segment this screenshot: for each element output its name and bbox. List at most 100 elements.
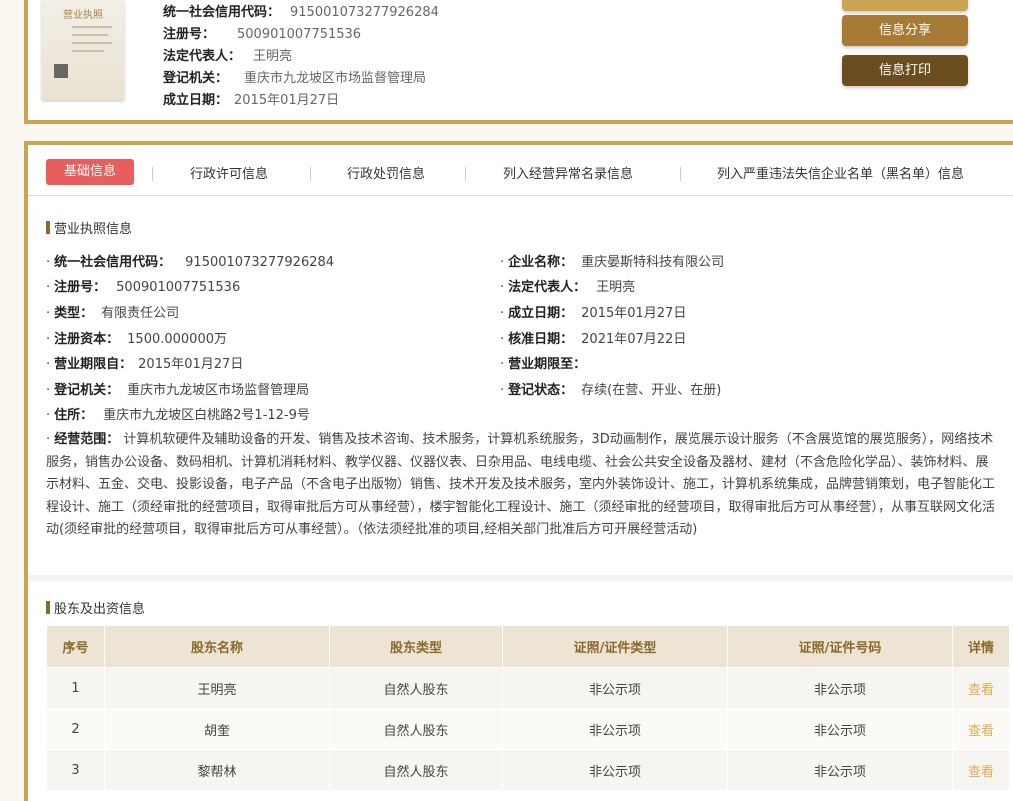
license-thumb-line xyxy=(72,42,112,44)
table-cell: 非公示项 xyxy=(727,667,953,709)
table-cell: 查看 xyxy=(952,708,1010,750)
field-value: 重庆晏斯特科技有限公司 xyxy=(581,255,725,270)
table-cell: 1 xyxy=(46,667,105,709)
table-cell: 3 xyxy=(46,749,105,791)
summary-authority: 登记机关： 重庆市九龙坡区市场监督管理局 xyxy=(163,67,426,86)
table-cell: 非公示项 xyxy=(502,749,728,791)
license-thumb-line xyxy=(72,26,112,28)
summary-reg-no: 注册号： 500901007751536 xyxy=(163,23,361,42)
field-label: 营业期限自： xyxy=(54,357,133,372)
print-button[interactable]: 信息打印 xyxy=(842,55,968,86)
share-button[interactable]: 信息分享 xyxy=(842,15,968,46)
tab-divider xyxy=(152,167,153,181)
view-detail-link[interactable]: 查看 xyxy=(968,724,994,739)
table-row: 3 黎帮林 自然人股东 非公示项 非公示项 查看 xyxy=(46,749,1010,791)
tab-bar: 基础信息 行政许可信息 行政处罚信息 列入经营异常名录信息 列入严重违法失信企业… xyxy=(28,145,1013,191)
table-cell: 非公示项 xyxy=(502,667,728,709)
summary-authority-label: 登记机关： xyxy=(163,71,229,86)
field-value: 2015年01月27日 xyxy=(581,306,687,321)
field-authority: · 登记机关： 重庆市九龙坡区市场监督管理局 xyxy=(46,383,310,398)
scope-label: 经营范围： xyxy=(54,432,120,447)
field-value: 2021年07月22日 xyxy=(581,332,687,347)
summary-established: 成立日期： 2015年01月27日 xyxy=(163,89,339,108)
field-label: 类型： xyxy=(54,306,94,321)
license-thumb-line xyxy=(72,34,108,36)
table-cell: 黎帮林 xyxy=(104,749,330,791)
license-section-title: 营业执照信息 xyxy=(46,218,132,237)
field-reg-no: · 注册号： 500901007751536 xyxy=(46,280,241,295)
table-cell: 自然人股东 xyxy=(329,749,503,791)
table-cell: 非公示项 xyxy=(502,708,728,750)
table-cell: 自然人股东 xyxy=(329,667,503,709)
license-thumb-title: 营业执照 xyxy=(63,10,103,21)
shareholder-section-title: 股东及出资信息 xyxy=(46,598,145,617)
summary-legal-rep-value: 王明亮 xyxy=(253,49,293,64)
field-value: 2015年01月27日 xyxy=(138,357,244,372)
field-label: 法定代表人： xyxy=(508,280,587,295)
summary-authority-value: 重庆市九龙坡区市场监督管理局 xyxy=(244,71,427,86)
field-label: 核准日期： xyxy=(508,332,574,347)
field-label: 登记状态： xyxy=(508,383,574,398)
shareholder-table: 序号 股东名称 股东类型 证照/证件类型 证照/证件号码 详情 1 王明亮 自然… xyxy=(46,625,1010,791)
field-value: 1500.000000万 xyxy=(127,332,227,347)
field-reg-capital: · 注册资本： 1500.000000万 xyxy=(46,332,227,347)
tab-divider xyxy=(310,167,311,181)
field-label: 住所： xyxy=(54,408,94,423)
field-term-from: · 营业期限自： 2015年01月27日 xyxy=(46,357,244,372)
field-label: 登记机关： xyxy=(54,383,120,398)
column-header: 股东类型 xyxy=(329,625,503,668)
tab-admin-license[interactable]: 行政许可信息 xyxy=(190,163,268,182)
column-header: 股东名称 xyxy=(104,625,330,668)
field-term-to: · 营业期限至： xyxy=(500,357,587,372)
field-legal-rep: · 法定代表人： 王明亮 xyxy=(500,280,636,295)
field-address: · 住所： 重庆市九龙坡区白桃路2号1-12-9号 xyxy=(46,408,310,423)
summary-reg-no-label: 注册号： xyxy=(163,27,216,42)
tab-abnormal-list[interactable]: 列入经营异常名录信息 xyxy=(503,163,633,182)
field-value: 重庆市九龙坡区市场监督管理局 xyxy=(127,383,310,398)
view-detail-link[interactable]: 查看 xyxy=(968,683,994,698)
field-value: 存续(在营、开业、在册) xyxy=(581,383,722,398)
column-header: 证照/证件号码 xyxy=(727,625,953,668)
field-value: 王明亮 xyxy=(596,280,636,295)
summary-reg-no-value: 500901007751536 xyxy=(237,27,362,42)
table-row: 2 胡奎 自然人股东 非公示项 非公示项 查看 xyxy=(46,708,1010,750)
column-header: 序号 xyxy=(46,625,105,668)
top-partial-button[interactable] xyxy=(842,0,968,11)
field-credit-code: · 统一社会信用代码： 915001073277926284 xyxy=(46,255,335,270)
qr-code-icon xyxy=(54,64,68,78)
summary-credit-code: 统一社会信用代码： 915001073277926284 xyxy=(163,1,439,20)
field-company-name: · 企业名称： 重庆晏斯特科技有限公司 xyxy=(500,255,725,270)
summary-credit-code-value: 915001073277926284 xyxy=(290,5,439,20)
table-cell: 王明亮 xyxy=(104,667,330,709)
field-label: 注册号： xyxy=(54,280,107,295)
view-detail-link[interactable]: 查看 xyxy=(968,765,994,780)
tab-admin-penalty[interactable]: 行政处罚信息 xyxy=(347,163,425,182)
field-reg-status: · 登记状态： 存续(在营、开业、在册) xyxy=(500,383,722,398)
business-scope: · 经营范围： 计算机软硬件及辅助设备的开发、销售及技术咨询、技术服务，计算机系… xyxy=(46,432,996,537)
summary-legal-rep: 法定代表人： 王明亮 xyxy=(163,45,292,64)
field-approved: · 核准日期： 2021年07月22日 xyxy=(500,332,687,347)
field-label: 注册资本： xyxy=(54,332,120,347)
tab-blacklist[interactable]: 列入严重违法失信企业名单（黑名单）信息 xyxy=(717,163,964,182)
table-cell: 2 xyxy=(46,708,105,750)
field-type: · 类型： 有限责任公司 xyxy=(46,306,180,321)
field-label: 企业名称： xyxy=(508,255,574,270)
field-value: 500901007751536 xyxy=(116,280,241,295)
summary-established-value: 2015年01月27日 xyxy=(234,93,340,108)
field-value: 重庆市九龙坡区白桃路2号1-12-9号 xyxy=(103,408,310,423)
table-row: 1 王明亮 自然人股东 非公示项 非公示项 查看 xyxy=(46,667,1010,709)
column-header: 证照/证件类型 xyxy=(502,625,728,668)
table-cell: 自然人股东 xyxy=(329,708,503,750)
scope-text: 计算机软硬件及辅助设备的开发、销售及技术咨询、技术服务，计算机系统服务，3D动画… xyxy=(46,432,996,537)
tab-underline xyxy=(28,195,1013,196)
table-cell: 查看 xyxy=(952,749,1010,791)
column-header: 详情 xyxy=(952,625,1010,668)
tab-divider xyxy=(680,167,681,181)
summary-credit-code-label: 统一社会信用代码： xyxy=(163,5,281,20)
business-license-thumbnail[interactable]: 营业执照 xyxy=(42,0,124,100)
field-label: 成立日期： xyxy=(508,306,574,321)
tab-basic-info[interactable]: 基础信息 xyxy=(46,159,134,185)
field-label: 统一社会信用代码： xyxy=(54,255,172,270)
summary-established-label: 成立日期： xyxy=(163,93,229,108)
table-cell: 非公示项 xyxy=(727,749,953,791)
